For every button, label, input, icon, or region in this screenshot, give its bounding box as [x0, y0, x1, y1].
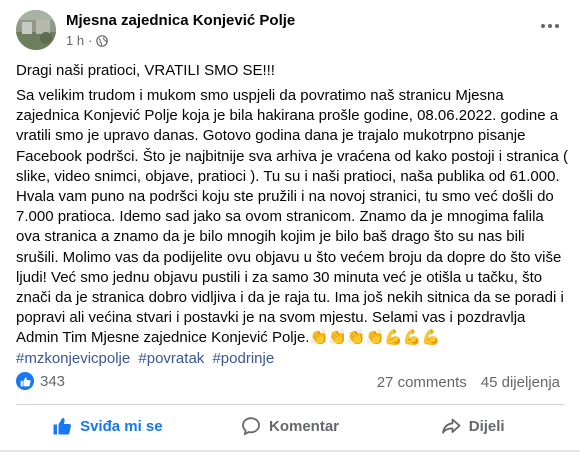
hashtag-list: #mzkonjevicpolje #povratak #podrinje	[16, 349, 568, 369]
facebook-post: Mjesna zajednica Konjević Polje 1 h · Dr…	[0, 0, 580, 452]
post-meta: 1 h ·	[66, 33, 109, 48]
hashtag-mzkonjevicpolje[interactable]: #mzkonjevicpolje	[16, 350, 130, 367]
page-name[interactable]: Mjesna zajednica Konjević Polje	[66, 12, 295, 29]
comment-icon	[242, 417, 260, 436]
globe-icon	[96, 34, 109, 47]
hashtag-podrinje[interactable]: #podrinje	[212, 350, 274, 367]
post-time[interactable]: 1 h	[66, 33, 84, 48]
comment-label: Komentar	[269, 417, 340, 435]
engagement-counts: 27 comments 45 dijeljenja	[377, 374, 560, 391]
share-button[interactable]: Dijeli	[381, 408, 564, 444]
shares-count[interactable]: 45 dijeljenja	[481, 374, 560, 391]
page-avatar[interactable]	[16, 10, 56, 50]
comments-count[interactable]: 27 comments	[377, 374, 467, 391]
like-icon	[53, 418, 72, 435]
like-button[interactable]: Sviđa mi se	[16, 408, 199, 444]
reaction-summary[interactable]: 343	[16, 372, 65, 390]
reaction-count: 343	[40, 372, 66, 390]
post-text: Sa velikim trudom i mukom smo uspjeli da…	[16, 87, 568, 347]
post-body: Sa velikim trudom i mukom smo uspjeli da…	[16, 86, 568, 369]
post-intro: Dragi naši pratioci, VRATILI SMO SE!!!	[16, 62, 275, 79]
hashtag-povratak[interactable]: #povratak	[138, 350, 204, 367]
more-options-icon[interactable]	[536, 16, 564, 36]
like-label: Sviđa mi se	[80, 417, 163, 435]
like-reaction-icon	[16, 372, 34, 390]
share-label: Dijeli	[468, 417, 505, 435]
comment-button[interactable]: Komentar	[199, 408, 382, 444]
share-icon	[441, 418, 461, 434]
stats-divider	[16, 404, 564, 405]
post-stats: 343 27 comments 45 dijeljenja	[16, 372, 564, 396]
meta-separator: ·	[88, 33, 93, 48]
post-actions: Sviđa mi se Komentar Dijeli	[16, 408, 564, 444]
post-header: Mjesna zajednica Konjević Polje 1 h ·	[16, 10, 564, 52]
